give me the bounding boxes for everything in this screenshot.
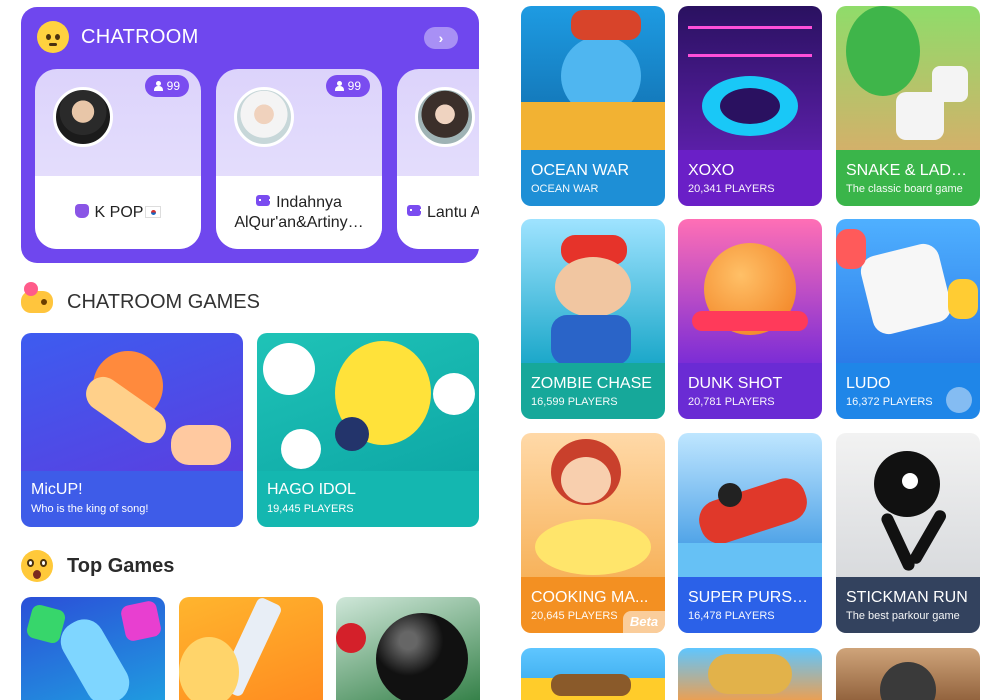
chatroom-card-indahnya[interactable]: 99 Indahnya AlQur'an&Artiny…: [216, 69, 382, 249]
game-tile-partial-2[interactable]: [678, 648, 822, 700]
card-subtitle: 19,445 PLAYERS: [267, 503, 354, 515]
stickman-run-artwork: [836, 433, 980, 579]
game-title: XOXO: [688, 162, 735, 179]
room-label-box: K POP: [35, 176, 201, 249]
tile-caption: XOXO 20,341 PLAYERS: [678, 150, 822, 206]
ocean-war-artwork: [521, 6, 665, 152]
game-title: STICKMAN RUN: [846, 589, 968, 606]
game-subtitle: OCEAN WAR: [531, 183, 599, 195]
zombie-chase-artwork: [521, 219, 665, 365]
micup-artwork: [21, 333, 243, 471]
wrench-icon: [946, 387, 972, 413]
game-tile-partial-3[interactable]: [836, 648, 980, 700]
cooking-artwork: [521, 433, 665, 579]
top-game-tile-billiards[interactable]: [336, 597, 480, 700]
game-subtitle: 16,478 PLAYERS: [688, 610, 775, 622]
chat-icon: [256, 194, 272, 206]
beta-badge: Beta: [623, 611, 665, 633]
game-tile-zombie-chase[interactable]: ZOMBIE CHASE 16,599 PLAYERS: [521, 219, 665, 419]
hago-idol-artwork: [257, 333, 479, 471]
tile-caption: DUNK SHOT 20,781 PLAYERS: [678, 363, 822, 419]
game-tile-cooking-mama[interactable]: COOKING MA... 20,645 PLAYERS Beta: [521, 433, 665, 633]
super-pursuit-artwork: [678, 433, 822, 579]
xoxo-artwork: [678, 6, 822, 152]
game-title: SUPER PURSUIT: [688, 589, 812, 606]
chat-icon: [407, 204, 422, 216]
card-subtitle: Who is the king of song!: [31, 503, 149, 515]
avatar: [53, 87, 113, 147]
section-title: CHATROOM GAMES: [67, 290, 260, 313]
game-subtitle: 20,781 PLAYERS: [688, 396, 775, 408]
tile-caption: SUPER PURSUIT 16,478 PLAYERS: [678, 577, 822, 633]
game-subtitle: 16,599 PLAYERS: [531, 396, 618, 408]
chatroom-card-lantu[interactable]: Lantu Ayat Suci: [397, 69, 479, 249]
game-tile-super-pursuit[interactable]: SUPER PURSUIT 16,478 PLAYERS: [678, 433, 822, 633]
smiley-face-icon: [37, 21, 69, 53]
room-name: K POP: [94, 203, 144, 221]
gamepad-icon: [21, 282, 53, 313]
member-count-badge: 99: [325, 75, 370, 97]
game-tile-ludo[interactable]: LUDO 16,372 PLAYERS: [836, 219, 980, 419]
member-count-badge: 99: [144, 75, 189, 97]
tile-caption: ZOMBIE CHASE 16,599 PLAYERS: [521, 363, 665, 419]
game-subtitle: The best parkour game: [846, 610, 960, 622]
avatar: [415, 87, 475, 147]
room-name: Lantu Ayat Suci: [427, 203, 479, 221]
person-icon: [153, 81, 163, 91]
card-title: MicUP!: [31, 481, 83, 498]
tile-caption: SNAKE & LADD... The classic board game: [836, 150, 980, 206]
avatar: [234, 87, 294, 147]
card-title: HAGO IDOL: [267, 481, 356, 498]
section-title: Top Games: [67, 554, 175, 577]
south-korea-flag-icon: [145, 205, 162, 218]
tile-caption: OCEAN WAR OCEAN WAR: [521, 150, 665, 206]
game-title: ZOMBIE CHASE: [531, 375, 652, 392]
game-subtitle: The classic board game: [846, 183, 963, 195]
game-tile-xoxo[interactable]: XOXO 20,341 PLAYERS: [678, 6, 822, 206]
game-card-hago-idol[interactable]: HAGO IDOL 19,445 PLAYERS: [257, 333, 479, 527]
top-game-tile-knife[interactable]: [179, 597, 323, 700]
tile-caption: STICKMAN RUN The best parkour game: [836, 577, 980, 633]
game-tile-dunk-shot[interactable]: DUNK SHOT 20,781 PLAYERS: [678, 219, 822, 419]
top-games-header: Top Games: [21, 549, 174, 583]
card-caption: MicUP! Who is the king of song!: [21, 471, 243, 527]
game-subtitle: 20,341 PLAYERS: [688, 183, 775, 195]
ludo-artwork: [836, 219, 980, 365]
card-caption: HAGO IDOL 19,445 PLAYERS: [257, 471, 479, 527]
game-tile-stickman-run[interactable]: STICKMAN RUN The best parkour game: [836, 433, 980, 633]
game-title: SNAKE & LADD...: [846, 162, 970, 179]
chevron-right-icon[interactable]: ›: [424, 27, 458, 49]
chatroom-panel: CHATROOM › 99 K POP 99 Indahnya AlQur'an…: [21, 7, 479, 263]
game-tile-partial-1[interactable]: [521, 648, 665, 700]
snake-ladders-artwork: [836, 6, 980, 152]
game-title: COOKING MA...: [531, 589, 649, 606]
dunk-shot-artwork: [678, 219, 822, 365]
room-label-box: Indahnya AlQur'an&Artiny…: [216, 176, 382, 249]
chatroom-title: CHATROOM: [81, 25, 199, 48]
room-name: Indahnya AlQur'an&Artiny…: [234, 193, 364, 231]
chatroom-card-kpop[interactable]: 99 K POP: [35, 69, 201, 249]
top-game-tile-dice[interactable]: [21, 597, 165, 700]
hand-icon: [74, 203, 89, 218]
room-label-box: Lantu Ayat Suci: [397, 176, 479, 249]
game-title: OCEAN WAR: [531, 162, 630, 179]
chatroom-header: CHATROOM: [37, 19, 199, 55]
person-icon: [334, 81, 344, 91]
game-card-micup[interactable]: MicUP! Who is the king of song!: [21, 333, 243, 527]
chatroom-games-header: CHATROOM GAMES: [21, 282, 260, 319]
surprised-face-icon: [21, 550, 53, 582]
game-tile-snake-ladders[interactable]: SNAKE & LADD... The classic board game: [836, 6, 980, 206]
game-title: DUNK SHOT: [688, 375, 783, 392]
game-tile-ocean-war[interactable]: OCEAN WAR OCEAN WAR: [521, 6, 665, 206]
